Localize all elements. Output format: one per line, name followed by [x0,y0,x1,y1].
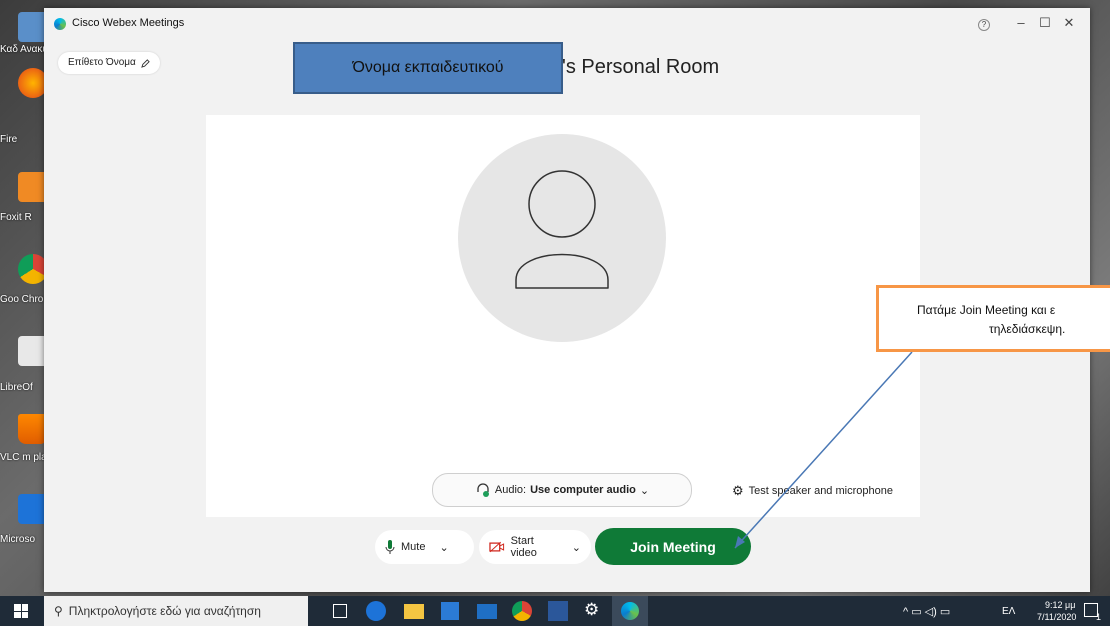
desktop-icon-label: LibreOf [0,382,33,393]
join-meeting-button[interactable]: Join Meeting [595,528,751,565]
taskbar-search-box[interactable]: ⚲ Πληκτρολογήστε εδώ για αναζήτηση [44,596,308,626]
windows-icon[interactable] [14,604,28,618]
minimize-button[interactable]: – [1010,14,1032,32]
mail-icon[interactable] [477,604,497,619]
microphone-icon [385,540,395,554]
desktop-icon-label: Foxit R [0,212,32,223]
webex-logo-icon [54,18,66,30]
file-explorer-icon[interactable] [404,604,424,619]
audio-select[interactable]: Audio: Use computer audio ⌄ [432,473,692,507]
audio-value: Use computer audio [530,484,636,496]
mute-label: Mute [401,541,426,553]
audio-prefix: Audio: [494,484,527,496]
task-view-icon[interactable] [333,604,347,618]
test-speaker-label: Test speaker and microphone [748,485,893,497]
teacher-name-annotation: Όνομα εκπαιδευτικού [293,42,563,94]
chevron-down-icon[interactable]: ⌄ [439,541,448,554]
tray-icons[interactable]: ^ ▭ ◁) ▭ [903,605,950,618]
profile-name-button[interactable]: Επίθετο Όνομα [58,52,160,74]
search-icon: ⚲ [54,604,63,618]
desktop-icon-label: Microso [0,534,36,545]
clock-time[interactable]: 9:12 μμ [1045,600,1075,610]
instruction-callout: Πατάμε Join Meeting και ε τηλεδιάσκεψη. [876,285,1110,352]
window-title: Cisco Webex Meetings [72,17,185,29]
start-video-label: Start video [510,535,537,559]
chrome-icon[interactable] [512,601,532,621]
start-video-button[interactable]: Start video ⌄ [479,530,591,564]
mute-button[interactable]: Mute ⌄ [375,530,474,564]
word-icon[interactable] [548,601,568,621]
clock-date[interactable]: 7/11/2020 [1037,612,1076,622]
video-off-icon [489,541,505,553]
title-bar: Cisco Webex Meetings ? – ☐ ✕ [44,8,1090,38]
callout-line-1: Πατάμε Join Meeting και ε [917,303,1056,317]
webex-icon[interactable] [612,596,648,626]
maximize-button[interactable]: ☐ [1034,14,1056,32]
room-title: 's Personal Room [562,56,720,78]
callout-line-2: τηλεδιάσκεψη. [989,322,1066,336]
avatar [458,134,666,342]
user-icon [515,170,609,289]
profile-name: Επίθετο Όνομα [68,57,136,68]
chevron-down-icon: ⌄ [639,484,650,497]
video-preview: Audio: Use computer audio ⌄ ⚙ Test speak… [206,115,920,517]
desktop-icon-label: Fire [0,134,18,145]
help-icon[interactable]: ? [978,19,990,31]
desktop-icon-label: Goo Chro [0,294,44,305]
gear-icon: ⚙ [732,483,744,498]
pencil-icon [141,58,150,68]
close-button[interactable]: ✕ [1058,14,1080,32]
notification-count: 1 [1096,612,1102,622]
settings-icon[interactable]: ⚙ [584,600,599,620]
store-icon[interactable] [441,602,459,620]
taskbar: ⚲ Πληκτρολογήστε εδώ για αναζήτηση ⚙ ^ ▭… [0,596,1110,626]
test-speaker-link[interactable]: ⚙ Test speaker and microphone [732,483,893,499]
chevron-down-icon[interactable]: ⌄ [572,541,581,554]
edge-icon[interactable] [366,601,386,621]
language-indicator[interactable]: ΕΛ [1002,606,1015,617]
taskbar-search-placeholder: Πληκτρολογήστε εδώ για αναζήτηση [68,604,261,618]
desktop-icon-label: Καδ Ανακύκλ [0,44,44,55]
desktop-icon-label: VLC m pla [0,452,44,463]
headset-icon [477,483,489,497]
